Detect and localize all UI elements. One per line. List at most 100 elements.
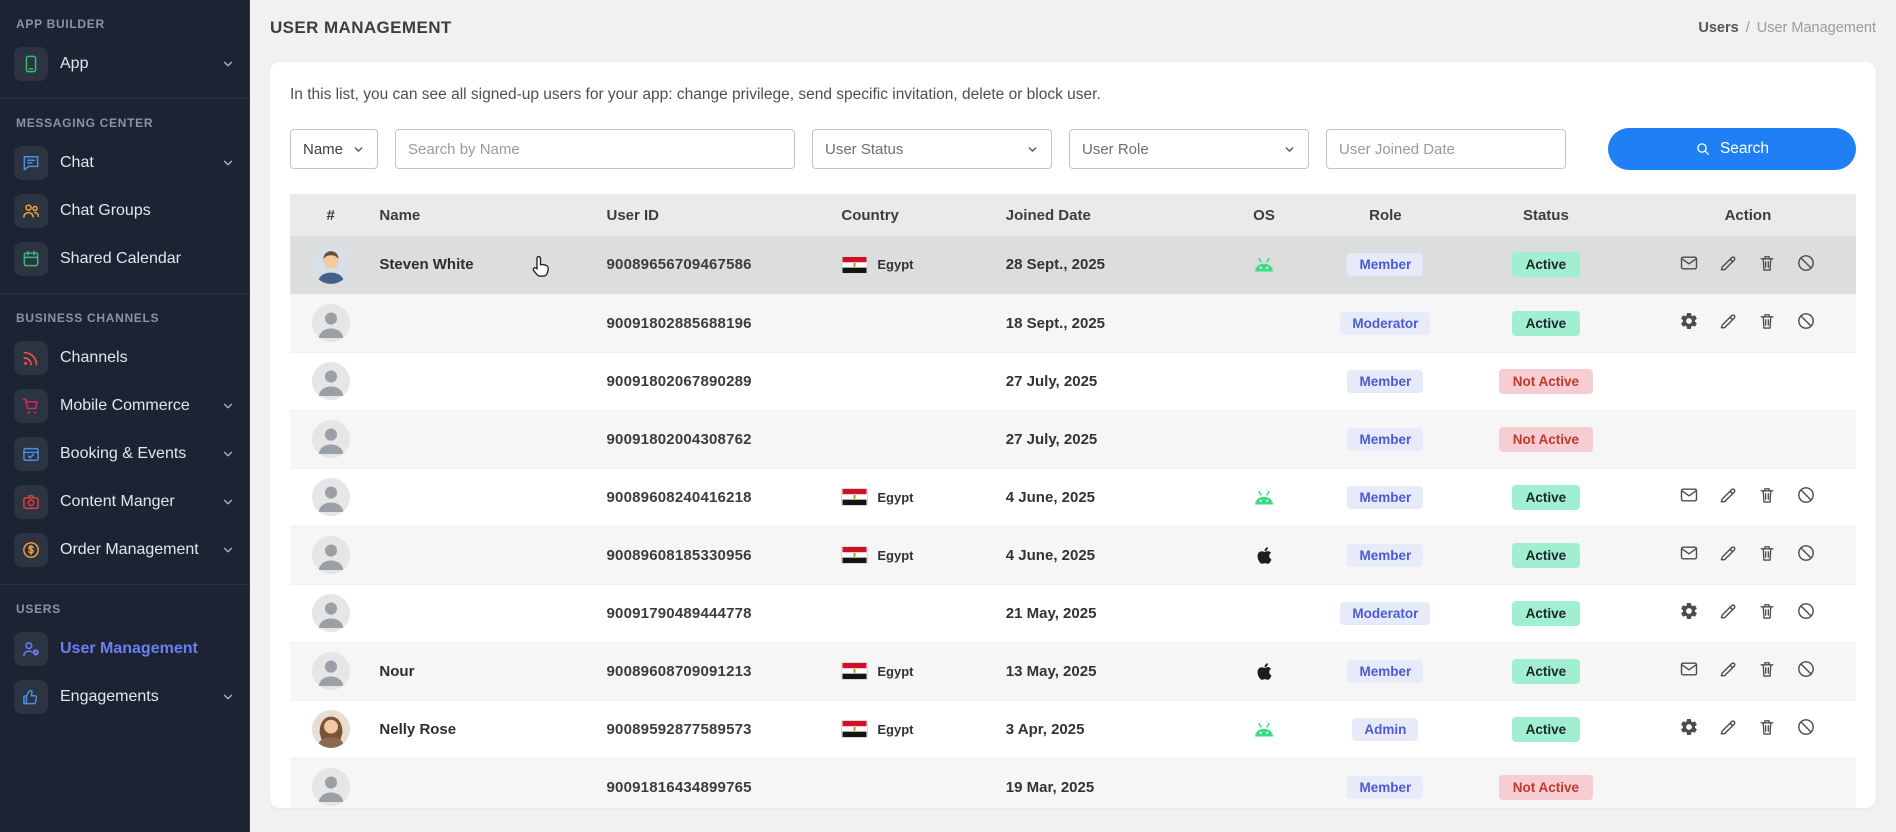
edit-user-button[interactable] <box>1718 601 1738 621</box>
pencil-icon <box>1718 311 1738 331</box>
table-row[interactable]: 90089608240416218Egypt4 June, 2025Member… <box>290 468 1856 526</box>
sidebar-item-content-manger[interactable]: Content Manger <box>0 478 249 526</box>
user-avatar <box>312 478 350 516</box>
edit-user-button[interactable] <box>1718 543 1738 563</box>
edit-user-button[interactable] <box>1718 485 1738 505</box>
user-role-select[interactable]: User Role <box>1069 129 1309 169</box>
country-name: Egypt <box>877 722 913 737</box>
block-user-button[interactable] <box>1796 543 1816 563</box>
row-actions <box>1679 253 1816 273</box>
users-table: #NameUser IDCountryJoined DateOSRoleStat… <box>290 194 1856 808</box>
table-row[interactable]: 9009179048944477821 May, 2025ModeratorAc… <box>290 584 1856 642</box>
user-status-select[interactable]: User Status <box>812 129 1052 169</box>
table-row[interactable]: Nour90089608709091213Egypt13 May, 2025Me… <box>290 642 1856 700</box>
table-row[interactable]: Nelly Rose90089592877589573Egypt3 Apr, 2… <box>290 700 1856 758</box>
table-row[interactable]: 90089608185330956Egypt4 June, 2025Member… <box>290 526 1856 584</box>
table-row[interactable]: Steven White90089656709467586Egypt28 Sep… <box>290 236 1856 294</box>
search-input[interactable] <box>395 129 795 169</box>
chevron-down-icon <box>221 156 235 170</box>
delete-user-button[interactable] <box>1757 253 1777 273</box>
breadcrumb-users-link[interactable]: Users <box>1698 20 1738 36</box>
sidebar-item-chat-groups[interactable]: Chat Groups <box>0 187 249 235</box>
sidebar-item-mobile-commerce[interactable]: Mobile Commerce <box>0 382 249 430</box>
edit-user-button[interactable] <box>1718 311 1738 331</box>
sidebar-item-booking-events[interactable]: Booking & Events <box>0 430 249 478</box>
block-user-button[interactable] <box>1796 253 1816 273</box>
block-icon <box>1796 311 1816 331</box>
delete-user-button[interactable] <box>1757 485 1777 505</box>
user-status: Not Active <box>1452 410 1640 468</box>
user-avatar <box>312 536 350 574</box>
sidebar-item-channels[interactable]: Channels <box>0 334 249 382</box>
block-user-button[interactable] <box>1796 601 1816 621</box>
column-header-status: Status <box>1452 194 1640 236</box>
search-icon <box>1695 141 1711 157</box>
sidebar-item-label: Booking & Events <box>60 445 209 463</box>
search-button[interactable]: Search <box>1608 128 1856 170</box>
camera-icon <box>14 485 48 519</box>
user-role: Member <box>1319 352 1452 410</box>
change-privilege-button[interactable] <box>1679 717 1699 737</box>
delete-user-button[interactable] <box>1757 659 1777 679</box>
sidebar-item-shared-calendar[interactable]: Shared Calendar <box>0 235 249 283</box>
country-name: Egypt <box>877 548 913 563</box>
sidebar-item-engagements[interactable]: Engagements <box>0 673 249 721</box>
delete-user-button[interactable] <box>1757 311 1777 331</box>
block-user-button[interactable] <box>1796 717 1816 737</box>
change-privilege-button[interactable] <box>1679 311 1699 331</box>
user-country: Egypt <box>833 236 997 294</box>
send-invitation-button[interactable] <box>1679 543 1699 563</box>
delete-user-button[interactable] <box>1757 543 1777 563</box>
user-status-value: User Status <box>825 141 903 158</box>
sidebar-item-order-management[interactable]: Order Management <box>0 526 249 574</box>
table-row[interactable]: 9009180288568819618 Sept., 2025Moderator… <box>290 294 1856 352</box>
edit-user-button[interactable] <box>1718 717 1738 737</box>
user-name <box>371 352 598 410</box>
joined-date-input[interactable] <box>1326 129 1566 169</box>
status-badge: Not Active <box>1499 369 1593 394</box>
user-role: Moderator <box>1319 294 1452 352</box>
send-invitation-button[interactable] <box>1679 253 1699 273</box>
block-user-button[interactable] <box>1796 485 1816 505</box>
sidebar-item-app[interactable]: App <box>0 40 249 88</box>
name-filter-select[interactable]: Name <box>290 129 378 169</box>
user-id: 90089608709091213 <box>598 642 833 700</box>
user-id: 90091802885688196 <box>598 294 833 352</box>
user-country: Egypt <box>833 700 997 758</box>
send-invitation-button[interactable] <box>1679 659 1699 679</box>
sidebar-item-chat[interactable]: Chat <box>0 139 249 187</box>
sidebar-item-label: Mobile Commerce <box>60 397 209 415</box>
role-badge: Member <box>1347 660 1423 683</box>
table-row[interactable]: 9009180206789028927 July, 2025MemberNot … <box>290 352 1856 410</box>
table-row[interactable]: 9009180200430876227 July, 2025MemberNot … <box>290 410 1856 468</box>
country-name: Egypt <box>877 664 913 679</box>
role-badge: Member <box>1347 544 1423 567</box>
delete-user-button[interactable] <box>1757 717 1777 737</box>
user-status: Active <box>1452 700 1640 758</box>
block-icon <box>1796 485 1816 505</box>
sidebar-item-label: Content Manger <box>60 493 209 511</box>
breadcrumb-separator: / <box>1746 20 1750 36</box>
sidebar-item-label: App <box>60 55 209 73</box>
card-description: In this list, you can see all signed-up … <box>290 86 1856 104</box>
trash-icon <box>1757 311 1777 331</box>
user-joined-date: 28 Sept., 2025 <box>998 236 1209 294</box>
edit-user-button[interactable] <box>1718 659 1738 679</box>
sidebar-item-user-management[interactable]: User Management <box>0 625 249 673</box>
sidebar: APP BUILDERAppMESSAGING CENTERChatChat G… <box>0 0 250 832</box>
edit-user-button[interactable] <box>1718 253 1738 273</box>
send-invitation-button[interactable] <box>1679 485 1699 505</box>
android-os-icon <box>1252 256 1276 273</box>
block-user-button[interactable] <box>1796 659 1816 679</box>
table-row[interactable]: 9009181643489976519 Mar, 2025MemberNot A… <box>290 758 1856 808</box>
egypt-flag-icon <box>841 256 868 274</box>
block-user-button[interactable] <box>1796 311 1816 331</box>
delete-user-button[interactable] <box>1757 601 1777 621</box>
status-badge: Not Active <box>1499 775 1593 800</box>
calendar-icon <box>14 242 48 276</box>
change-privilege-button[interactable] <box>1679 601 1699 621</box>
user-os <box>1209 352 1319 410</box>
status-badge: Active <box>1512 659 1581 684</box>
user-status: Not Active <box>1452 758 1640 808</box>
user-os <box>1209 236 1319 294</box>
